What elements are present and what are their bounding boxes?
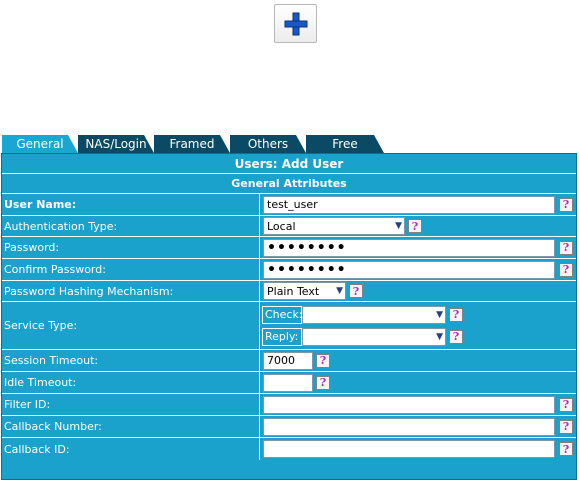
form-row-callback-number: Callback Number: ? [2, 416, 576, 438]
service-reply-line: Reply: ▼ ? [262, 326, 463, 348]
add-user-button[interactable] [274, 4, 317, 43]
form-row-service-type: Service Type: Check: ▼ ? Reply: ▼ ? [2, 302, 576, 350]
help-icon[interactable]: ? [449, 307, 463, 322]
filter-id-label: Filter ID: [2, 394, 260, 415]
session-timeout-label: Session Timeout: [2, 350, 260, 371]
help-icon[interactable]: ? [408, 219, 422, 233]
filter-id-input[interactable] [263, 395, 555, 414]
tab-others[interactable]: Others [230, 135, 306, 153]
form-row-password: Password: •••••••• ? [2, 237, 576, 259]
service-check-select[interactable]: ▼ [302, 305, 446, 324]
service-type-label: Service Type: [2, 302, 260, 349]
chevron-down-icon: ▼ [395, 221, 402, 231]
tab-free[interactable]: Free [306, 135, 384, 153]
form-row-hashing: Password Hashing Mechanism: Plain Text ▼… [2, 281, 576, 302]
auth-type-label: Authentication Type: [2, 216, 260, 236]
user-name-input[interactable]: test_user [263, 195, 555, 214]
help-icon[interactable]: ? [559, 197, 573, 212]
panel-title: Users: Add User [2, 154, 576, 174]
callback-number-input[interactable] [263, 417, 555, 436]
callback-id-label: Callback ID: [2, 438, 260, 460]
form-row-idle-timeout: Idle Timeout: ? [2, 372, 576, 394]
hashing-value: Plain Text [267, 284, 320, 298]
tab-general[interactable]: General [2, 135, 78, 153]
callback-number-label: Callback Number: [2, 416, 260, 437]
chevron-down-icon: ▼ [436, 331, 443, 342]
plus-icon [284, 12, 307, 35]
form-row-callback-id: Callback ID: ? [2, 438, 576, 460]
service-reply-select[interactable]: ▼ [302, 327, 446, 346]
help-icon[interactable]: ? [559, 397, 573, 412]
session-timeout-input[interactable]: 7000 [263, 351, 313, 370]
idle-timeout-input[interactable] [263, 373, 313, 392]
chevron-down-icon: ▼ [336, 286, 343, 296]
tab-nas-login[interactable]: NAS/Login [78, 135, 154, 153]
form-row-user-name: User Name: test_user ? [2, 194, 576, 216]
help-icon[interactable]: ? [559, 240, 573, 255]
form-row-confirm-password: Confirm Password: •••••••• ? [2, 259, 576, 281]
section-heading: General Attributes [2, 174, 576, 194]
form-row-session-timeout: Session Timeout: 7000 ? [2, 350, 576, 372]
tab-framed[interactable]: Framed [154, 135, 230, 153]
password-input[interactable]: •••••••• [263, 238, 555, 257]
confirm-password-input[interactable]: •••••••• [263, 260, 555, 279]
help-icon[interactable]: ? [559, 262, 573, 277]
auth-type-value: Local [267, 219, 296, 233]
tab-bar: General NAS/Login Framed Others Free [2, 135, 577, 153]
service-check-line: Check: ▼ ? [262, 304, 463, 326]
hashing-select[interactable]: Plain Text ▼ [263, 282, 346, 300]
help-icon[interactable]: ? [349, 284, 363, 298]
user-name-label: User Name: [2, 194, 260, 215]
help-icon[interactable]: ? [559, 419, 573, 434]
chevron-down-icon: ▼ [436, 309, 443, 320]
confirm-password-label: Confirm Password: [2, 259, 260, 280]
form-row-filter-id: Filter ID: ? [2, 394, 576, 416]
check-label: Check: [262, 305, 303, 324]
form-row-auth-type: Authentication Type: Local ▼ ? [2, 216, 576, 237]
callback-id-input[interactable] [263, 440, 555, 458]
help-icon[interactable]: ? [449, 329, 463, 344]
reply-label: Reply: [262, 327, 302, 346]
help-icon[interactable]: ? [316, 353, 330, 368]
auth-type-select[interactable]: Local ▼ [263, 217, 405, 235]
help-icon[interactable]: ? [559, 442, 573, 456]
password-label: Password: [2, 237, 260, 258]
idle-timeout-label: Idle Timeout: [2, 372, 260, 393]
add-user-panel: Users: Add User General Attributes User … [1, 153, 577, 480]
hashing-label: Password Hashing Mechanism: [2, 281, 260, 301]
help-icon[interactable]: ? [316, 375, 330, 390]
